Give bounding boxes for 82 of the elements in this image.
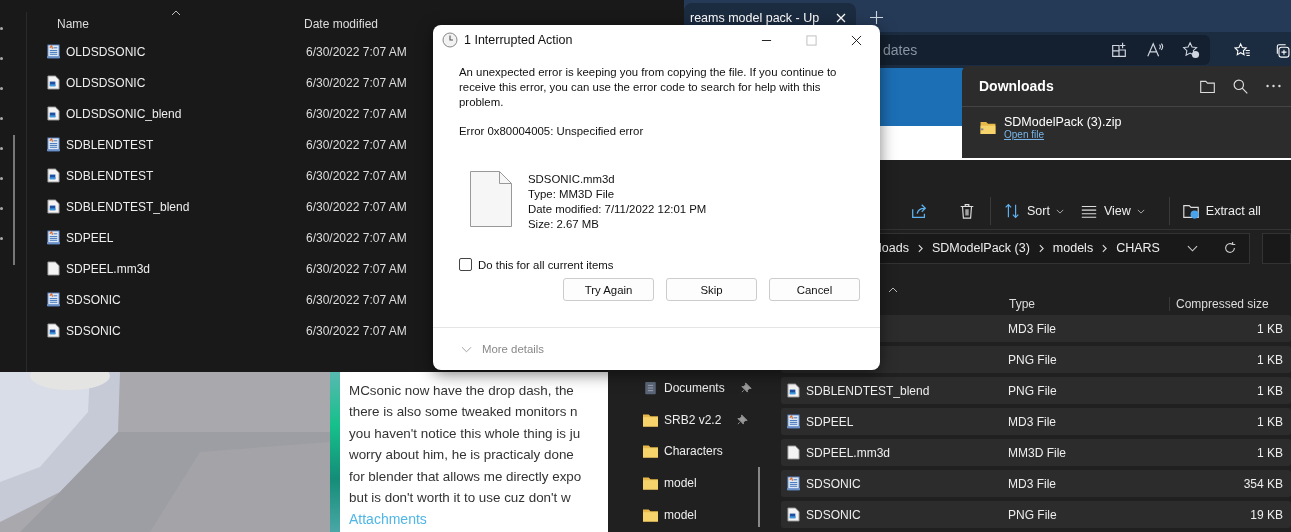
nav-item[interactable]: model (608, 498, 776, 531)
post-text-line: worry about him, he is practicaly done (349, 446, 575, 465)
column-header[interactable]: Compressed size (1169, 297, 1269, 311)
breadcrumb-item[interactable]: models (1052, 241, 1094, 256)
post-text-line: MCsonic now have the drop dash, the (349, 382, 575, 400)
compressed-size: 19 KB (1249, 507, 1284, 522)
nav-item[interactable]: Documents (608, 372, 776, 404)
nav-item[interactable]: model (608, 467, 776, 499)
file-type: Type: MM3D File (528, 187, 616, 202)
date-modified: 6/30/2022 7:07 AM (306, 261, 407, 276)
date-modified: 6/30/2022 7:07 AM (306, 44, 407, 59)
more-details-button[interactable]: More details (461, 343, 545, 355)
date-modified: 6/30/2022 7:07 AM (306, 230, 407, 245)
date-modified: 6/30/2022 7:07 AM (306, 106, 407, 121)
file-row[interactable]: SDSONIC MD3 File 354 KB (781, 470, 1291, 497)
file-name: SDSONIC (66, 292, 122, 307)
date-modified: 6/30/2022 7:07 AM (306, 292, 407, 307)
tab-title: reams model pack - Up (690, 10, 821, 25)
breadcrumb-item[interactable]: loads (879, 241, 909, 256)
date-modified: 6/30/2022 7:07 AM (306, 199, 407, 214)
column-header[interactable]: Date modified (304, 17, 379, 31)
compressed-size: 1 KB (1256, 352, 1284, 367)
file-name: OLDSDSONIC (66, 44, 147, 59)
date-modified: 6/30/2022 7:07 AM (306, 75, 407, 90)
post-text-line: you haven't notice this whole thing is ju (349, 424, 582, 443)
error-message: An unexpected error is keeping you from copying the file. If you continue to receive this error, you can use the error code to search for help with this problem. (459, 65, 838, 110)
dialog-button[interactable]: Try Again (563, 278, 654, 301)
post-text-line: there is also some tweaked monitors n (349, 403, 579, 422)
date-modified: 6/30/2022 7:07 AM (306, 323, 407, 338)
file-name: OLDSDSONIC_blend (66, 106, 183, 121)
download-file-name: SDModelPack (3).zip (1004, 115, 1122, 129)
window-title: 1 Interrupted Action (464, 33, 573, 47)
nav-item[interactable]: SRB2 v2.2 (608, 403, 776, 436)
dialog-button[interactable]: Cancel (769, 278, 860, 301)
compressed-size: 1 KB (1256, 383, 1284, 398)
file-row[interactable]: SDBLENDTEST_blend PNG File 1 KB (781, 377, 1291, 404)
file-name: SDPEEL (66, 230, 115, 245)
breadcrumb-item[interactable]: CHARS (1116, 241, 1160, 256)
sort-button[interactable]: Sort (997, 198, 1070, 225)
date-modified: 6/30/2022 7:07 AM (306, 137, 407, 152)
file-name: SDSONIC (806, 476, 861, 491)
file-size: Size: 2.67 MB (528, 217, 600, 232)
column-header[interactable]: Type (1009, 297, 1035, 311)
post-text-line: for blender that allows me directly expo (349, 467, 582, 486)
extract-all-button[interactable]: Extract all (1175, 198, 1267, 225)
attachments-heading: Attachments (349, 511, 428, 528)
compressed-size: 354 KB (1242, 476, 1284, 491)
file-type: PNG File (1008, 352, 1058, 367)
file-type: MD3 File (1008, 414, 1057, 429)
file-type: MD3 File (1008, 476, 1057, 491)
view-button[interactable]: View (1073, 198, 1151, 225)
dialog-button[interactable]: Skip (666, 278, 757, 301)
file-name: SDBLENDTEST (66, 168, 155, 183)
file-name: SDSONIC.mm3d (528, 172, 616, 187)
file-type: MD3 File (1008, 321, 1057, 336)
open-file-link[interactable]: Open file (1004, 129, 1122, 140)
date-modified: Date modified: 7/11/2022 12:01 PM (528, 202, 707, 217)
downloads-title: Downloads (979, 78, 1054, 94)
error-code: Error 0x80004005: Unspecified error (459, 125, 645, 137)
file-type: PNG File (1008, 507, 1058, 522)
post-text-line: but is don't worth it to use cuz don't w (349, 489, 572, 508)
file-type: MM3D File (1008, 445, 1067, 460)
compressed-size: 1 KB (1256, 321, 1284, 336)
file-type: PNG File (1008, 383, 1058, 398)
date-modified: 6/30/2022 7:07 AM (306, 168, 407, 183)
file-name: OLDSDSONIC (66, 75, 147, 90)
file-name: SDPEEL (806, 414, 854, 429)
nav-item[interactable]: Characters (608, 435, 776, 468)
file-name: SDBLENDTEST_blend (66, 199, 191, 214)
file-name: SDSONIC (66, 323, 122, 338)
file-row[interactable]: SDPEEL.mm3d MM3D File 1 KB (781, 439, 1291, 466)
breadcrumb-item[interactable]: SDModelPack (3) (931, 241, 1030, 256)
file-name: SDBLENDTEST_blend (806, 383, 930, 398)
compressed-size: 1 KB (1256, 445, 1284, 460)
file-row[interactable]: SDPEEL MD3 File 1 KB (781, 408, 1291, 435)
file-row[interactable]: SDSONIC PNG File 19 KB (781, 501, 1291, 528)
file-name: SDPEEL.mm3d (66, 261, 152, 276)
column-header[interactable]: Name (57, 17, 89, 31)
compressed-size: 1 KB (1256, 414, 1284, 429)
file-name: SDBLENDTEST (66, 137, 155, 152)
file-name: SDPEEL.mm3d (806, 445, 891, 460)
file-name: SDSONIC (806, 507, 861, 522)
